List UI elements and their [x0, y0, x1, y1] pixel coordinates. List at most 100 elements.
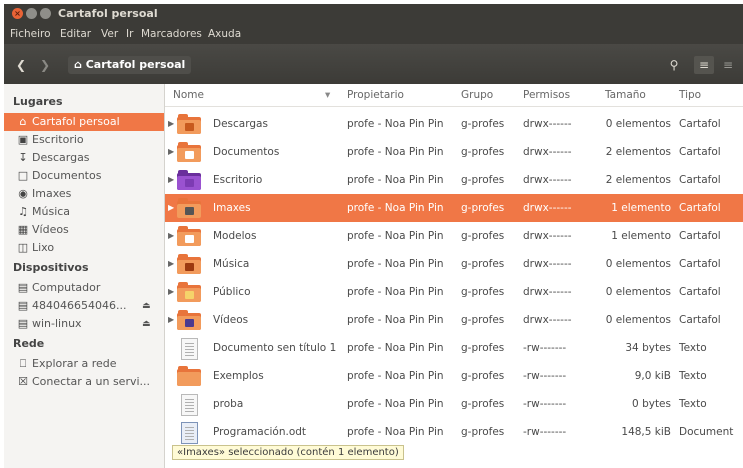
- download-icon: ↧: [18, 151, 28, 164]
- sidebar-item-label: 484046654046...: [32, 299, 127, 312]
- file-name: Música: [213, 258, 250, 270]
- grid-view-icon[interactable]: ≡: [718, 56, 738, 74]
- close-window-button[interactable]: ×: [12, 8, 23, 19]
- camera-icon: ◉: [18, 187, 28, 200]
- menu-marcadores[interactable]: Marcadores: [141, 28, 202, 40]
- column-header-size[interactable]: Tamaño: [605, 89, 646, 101]
- file-row[interactable]: ▶ Modelos profe - Noa Pin Pin g-profes drwx-…: [165, 222, 743, 250]
- file-type: Cartafol: [679, 146, 721, 158]
- file-group: g-profes: [461, 314, 505, 326]
- file-type: Document: [679, 426, 734, 438]
- maximize-window-button[interactable]: [40, 8, 51, 19]
- list-view-icon[interactable]: ≡: [694, 56, 714, 74]
- menu-ficheiro[interactable]: Ficheiro: [10, 28, 51, 40]
- sidebar-item-win-linux[interactable]: ▤ win-linux ⏏: [4, 315, 164, 333]
- file-type: Texto: [679, 370, 707, 382]
- column-header-group[interactable]: Grupo: [461, 89, 493, 101]
- text-file-icon: [177, 394, 201, 416]
- expander-icon[interactable]: ▶: [168, 231, 174, 240]
- places-heading: Lugares: [13, 95, 63, 108]
- home-icon: ⌂: [74, 58, 82, 71]
- sidebar-item-pictures[interactable]: ◉ Imaxes: [4, 185, 164, 203]
- expander-icon[interactable]: ▶: [168, 203, 174, 212]
- menu-axuda[interactable]: Axuda: [208, 28, 241, 40]
- file-group: g-profes: [461, 146, 505, 158]
- minimize-window-button[interactable]: [26, 8, 37, 19]
- column-header-type[interactable]: Tipo: [679, 89, 701, 101]
- file-row[interactable]: ▶ Escritorio profe - Noa Pin Pin g-profes dr…: [165, 166, 743, 194]
- sidebar-item-volume[interactable]: ▤ 484046654046... ⏏: [4, 297, 164, 315]
- file-row[interactable]: ▶ Vídeos profe - Noa Pin Pin g-profes drwx--…: [165, 306, 743, 334]
- expander-icon[interactable]: ▶: [168, 147, 174, 156]
- file-owner: profe - Noa Pin Pin: [347, 286, 444, 298]
- file-permissions: drwx------: [523, 146, 572, 158]
- file-group: g-profes: [461, 118, 505, 130]
- file-name: Documentos: [213, 146, 280, 158]
- column-header-owner[interactable]: Propietario: [347, 89, 404, 101]
- sort-indicator-icon: ▾: [325, 89, 331, 101]
- file-row[interactable]: Programación.odt profe - Noa Pin Pin g-pro…: [165, 418, 743, 446]
- desktop-folder-icon: [177, 170, 201, 190]
- menu-ver[interactable]: Ver: [101, 28, 118, 40]
- sidebar-item-label: Conectar a un servi...: [32, 375, 151, 388]
- search-icon[interactable]: ⚲: [664, 56, 684, 74]
- sidebar-item-documents[interactable]: □ Documentos: [4, 167, 164, 185]
- sidebar-item-label: Lixo: [32, 241, 55, 254]
- expander-icon[interactable]: ▶: [168, 315, 174, 324]
- file-size: 2 elementos: [605, 174, 671, 186]
- file-name: Documento sen título 1: [213, 342, 337, 354]
- file-owner: profe - Noa Pin Pin: [347, 426, 444, 438]
- file-group: g-profes: [461, 174, 505, 186]
- sidebar-item-videos[interactable]: ▦ Vídeos: [4, 221, 164, 239]
- file-row[interactable]: ▶ Documentos profe - Noa Pin Pin g-profes dr…: [165, 138, 743, 166]
- toolbar: ❮ ❯ ⌂ Cartafol persoal ⚲ ≡ ≡: [4, 44, 743, 84]
- expander-icon[interactable]: ▶: [168, 259, 174, 268]
- file-row[interactable]: ▶ Público profe - Noa Pin Pin g-profes drwx-…: [165, 278, 743, 306]
- file-row[interactable]: Exemplos profe - Noa Pin Pin g-profes -rw--…: [165, 362, 743, 390]
- sidebar-item-trash[interactable]: ◫ Lixo: [4, 239, 164, 257]
- file-permissions: -rw-------: [523, 370, 567, 382]
- forward-arrow-icon[interactable]: ❯: [40, 58, 50, 72]
- sidebar-item-desktop[interactable]: ▣ Escritorio: [4, 131, 164, 149]
- file-type: Cartafol: [679, 174, 721, 186]
- expander-icon[interactable]: ▶: [168, 175, 174, 184]
- menu-editar[interactable]: Editar: [60, 28, 91, 40]
- eject-icon[interactable]: ⏏: [142, 315, 151, 333]
- column-header-permissions[interactable]: Permisos: [523, 89, 570, 101]
- sidebar-item-label: Escritorio: [32, 133, 84, 146]
- title-bar: × Cartafol persoal: [4, 4, 743, 24]
- sidebar-item-browse-network[interactable]: ⎕ Explorar a rede: [4, 355, 164, 373]
- sidebar-item-music[interactable]: ♫ Música: [4, 203, 164, 221]
- file-permissions: -rw-------: [523, 398, 567, 410]
- column-header-name[interactable]: Nome: [173, 89, 204, 101]
- file-permissions: drwx------: [523, 230, 572, 242]
- file-row[interactable]: ▶ Imaxes profe - Noa Pin Pin g-profes drwx--…: [165, 194, 743, 222]
- file-size: 1 elemento: [611, 202, 671, 214]
- folder-icon: [177, 142, 201, 162]
- drive-icon: ▤: [17, 281, 29, 294]
- file-row[interactable]: ▶ Música profe - Noa Pin Pin g-profes drwx--…: [165, 250, 743, 278]
- expander-icon[interactable]: ▶: [168, 119, 174, 128]
- file-row[interactable]: proba profe - Noa Pin Pin g-profes -rw-----…: [165, 390, 743, 418]
- sidebar-item-label: Computador: [32, 281, 101, 294]
- file-owner: profe - Noa Pin Pin: [347, 342, 444, 354]
- file-owner: profe - Noa Pin Pin: [347, 258, 444, 270]
- file-row[interactable]: Documento sen título 1 profe - Noa Pin Pi…: [165, 334, 743, 362]
- sidebar: Lugares ⌂ Cartafol persoal ▣ Escritorio …: [4, 84, 165, 468]
- sidebar-item-label: Imaxes: [32, 187, 72, 200]
- eject-icon[interactable]: ⏏: [142, 297, 151, 315]
- back-arrow-icon[interactable]: ❮: [16, 58, 26, 72]
- file-owner: profe - Noa Pin Pin: [347, 118, 444, 130]
- file-size: 1 elemento: [611, 230, 671, 242]
- file-row[interactable]: ▶ Descargas profe - Noa Pin Pin g-profes drw…: [165, 110, 743, 138]
- sidebar-item-downloads[interactable]: ↧ Descargas: [4, 149, 164, 167]
- desktop-icon: ▣: [17, 133, 29, 146]
- expander-icon[interactable]: ▶: [168, 287, 174, 296]
- file-group: g-profes: [461, 202, 505, 214]
- path-bar-home-button[interactable]: ⌂ Cartafol persoal: [68, 56, 192, 74]
- menu-ir[interactable]: Ir: [126, 28, 133, 40]
- sidebar-item-home[interactable]: ⌂ Cartafol persoal: [4, 113, 164, 131]
- sidebar-item-connect-server[interactable]: ☒ Conectar a un servi...: [4, 373, 164, 391]
- file-owner: profe - Noa Pin Pin: [347, 314, 444, 326]
- sidebar-item-computer[interactable]: ▤ Computador: [4, 279, 164, 297]
